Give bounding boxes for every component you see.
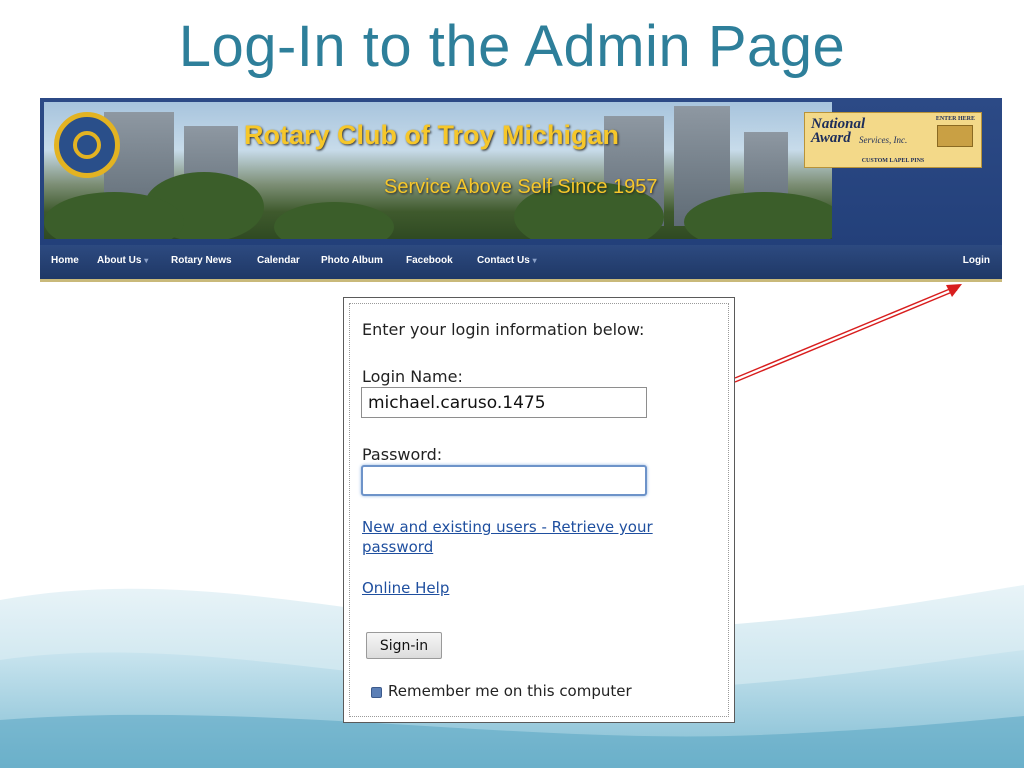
nav-rotary-news[interactable]: Rotary News (171, 255, 232, 266)
rotary-logo (54, 112, 120, 178)
nav-about-us-label: About Us (97, 255, 142, 266)
nav-about-us[interactable]: About Us ▾ (97, 255, 148, 266)
slide-title: Log-In to the Admin Page (178, 14, 846, 79)
password-label: Password: (362, 445, 443, 464)
site-navbar: Home About Us ▾ Rotary News Calendar Pho… (40, 245, 1002, 282)
chevron-down-icon: ▾ (144, 256, 149, 265)
online-help-link[interactable]: Online Help (362, 578, 449, 598)
nav-home[interactable]: Home (51, 255, 79, 266)
club-motto: Service Above Self Since 1957 (384, 176, 658, 198)
website-screenshot: Rotary Club of Troy Michigan Service Abo… (40, 98, 1002, 282)
login-name-label: Login Name: (362, 367, 463, 386)
lapel-pin-icon (937, 125, 973, 147)
sign-in-button[interactable]: Sign-in (366, 632, 442, 659)
club-name: Rotary Club of Troy Michigan (244, 120, 620, 150)
nav-contact-us-label: Contact Us (477, 255, 530, 266)
ad-tagline: CUSTOM LAPEL PINS (861, 158, 925, 164)
nav-calendar[interactable]: Calendar (257, 255, 300, 266)
nav-photo-album[interactable]: Photo Album (321, 255, 383, 266)
retrieve-password-link[interactable]: New and existing users - Retrieve your p… (362, 517, 692, 557)
login-panel: Enter your login information below: Logi… (343, 297, 735, 723)
remember-me-label: Remember me on this computer (388, 682, 632, 700)
chevron-down-icon: ▾ (532, 256, 537, 265)
password-input[interactable] (361, 465, 647, 496)
ad-services: Services, Inc. (859, 135, 908, 145)
national-award-ad[interactable]: National Award Services, Inc. ENTER HERE… (804, 112, 982, 168)
nav-facebook[interactable]: Facebook (406, 255, 453, 266)
nav-contact-us[interactable]: Contact Us ▾ (477, 255, 537, 266)
ad-enter-label: ENTER HERE (935, 116, 975, 122)
login-form: Enter your login information below: Logi… (349, 303, 729, 717)
login-name-input[interactable] (361, 387, 647, 418)
login-intro: Enter your login information below: (362, 320, 645, 339)
nav-login[interactable]: Login (963, 255, 990, 266)
remember-me-checkbox[interactable] (371, 687, 382, 698)
site-banner: Rotary Club of Troy Michigan Service Abo… (40, 98, 1002, 245)
